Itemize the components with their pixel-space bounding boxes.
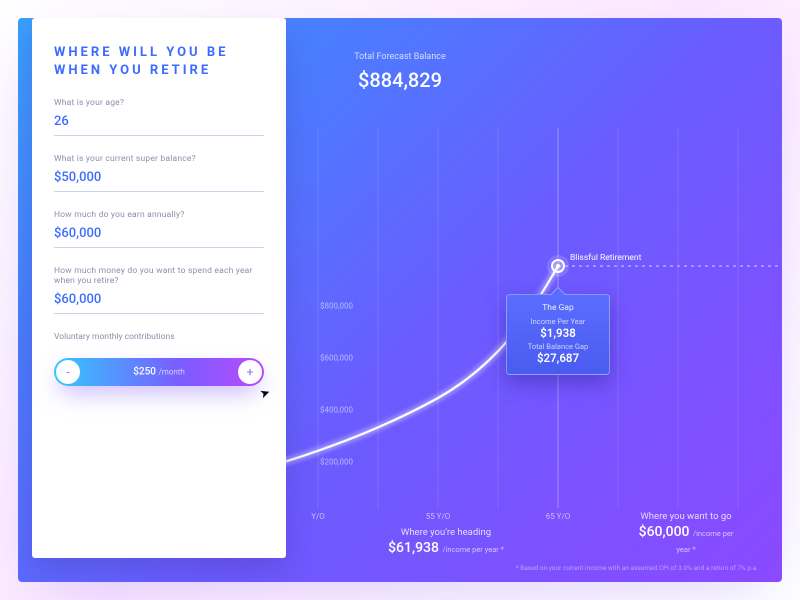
plus-icon: + <box>247 365 254 379</box>
slider-increment-button[interactable]: + <box>238 360 262 384</box>
slider-decrement-button[interactable]: - <box>56 360 80 384</box>
y-tick: $400,000 <box>320 406 353 415</box>
cursor-icon: ➤ <box>258 385 272 402</box>
x-tick: 65 Y/O <box>546 512 571 521</box>
tooltip-balance-value: $27,687 <box>517 351 599 365</box>
contribution-slider[interactable]: - $250 /month + ➤ <box>54 358 264 386</box>
heading-value: $61,938 /income per year * <box>388 540 504 556</box>
x-tick: 55 Y/O <box>426 512 451 521</box>
x-tick: Y/O <box>311 512 325 521</box>
retire-spend-input[interactable]: $60,000 <box>54 292 264 314</box>
field-retire-spend: How much money do you want to spend each… <box>54 266 264 314</box>
contribution-slider-block: Voluntary monthly contributions - $250 /… <box>54 332 264 386</box>
field-age: What is your age? 26 <box>54 98 264 136</box>
tooltip-balance-label: Total Balance Gap <box>517 342 599 351</box>
want-summary: Where you want to go $60,000 /income per… <box>638 511 734 556</box>
app-stage: WHERE WILL YOU BE WHEN YOU RETIRE What i… <box>18 18 782 582</box>
field-annual-earn: How much do you earn annually? $60,000 <box>54 210 264 248</box>
annual-earn-input[interactable]: $60,000 <box>54 226 264 248</box>
slider-value: $250 /month <box>133 367 185 378</box>
field-label: How much money do you want to spend each… <box>54 266 264 286</box>
y-tick: $800,000 <box>320 302 353 311</box>
heading-title: Where you're heading <box>388 527 504 538</box>
y-tick: $200,000 <box>320 458 353 467</box>
age-input[interactable]: 26 <box>54 114 264 136</box>
input-panel: WHERE WILL YOU BE WHEN YOU RETIRE What i… <box>32 18 286 558</box>
tooltip-title: The Gap <box>517 303 599 313</box>
want-value: $60,000 /income per year * <box>638 524 734 556</box>
marker-label: Blissful Retirement <box>570 253 641 263</box>
tooltip-income-label: Income Per Year <box>517 317 599 326</box>
super-balance-input[interactable]: $50,000 <box>54 170 264 192</box>
field-label: What is your current super balance? <box>54 154 264 164</box>
tooltip-income-value: $1,938 <box>517 326 599 340</box>
gap-tooltip: The Gap Income Per Year $1,938 Total Bal… <box>506 294 610 375</box>
y-tick: $600,000 <box>320 354 353 363</box>
retirement-marker[interactable] <box>551 259 565 273</box>
minus-icon: - <box>66 365 69 379</box>
field-label: What is your age? <box>54 98 264 108</box>
footnote: * Based on your current income with an a… <box>516 564 758 572</box>
field-label: How much do you earn annually? <box>54 210 264 220</box>
field-super-balance: What is your current super balance? $50,… <box>54 154 264 192</box>
slider-label: Voluntary monthly contributions <box>54 332 264 342</box>
panel-title: WHERE WILL YOU BE WHEN YOU RETIRE <box>54 44 264 80</box>
heading-summary: Where you're heading $61,938 /income per… <box>388 527 504 556</box>
want-title: Where you want to go <box>638 511 734 522</box>
